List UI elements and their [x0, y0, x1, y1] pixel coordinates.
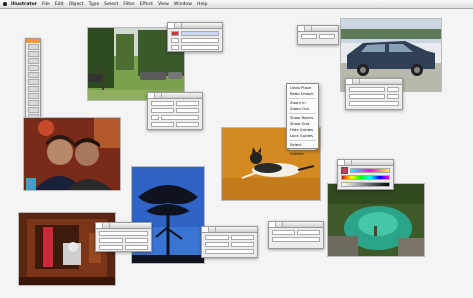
tab-appearance[interactable]: [269, 222, 276, 227]
menu-separator: [289, 140, 316, 141]
tab-stroke[interactable]: [346, 79, 353, 84]
tab-swatches[interactable]: [345, 160, 352, 165]
layers-panel: [167, 22, 223, 52]
menu-effect[interactable]: Effect: [140, 2, 153, 7]
brushes-panel: [201, 226, 258, 258]
photo-two-men[interactable]: [23, 117, 121, 191]
character-panel: [95, 222, 152, 252]
apple-icon[interactable]: [3, 2, 7, 6]
menu-select[interactable]: Select: [104, 2, 118, 7]
menu-filter[interactable]: Filter: [123, 2, 134, 7]
tab-transform[interactable]: [148, 93, 155, 98]
menu-item-outline[interactable]: Outline: [287, 151, 318, 157]
info-panel: [297, 25, 339, 45]
tab-brushes[interactable]: [202, 227, 209, 232]
line-tool-icon[interactable]: [27, 72, 39, 78]
menu-item-select[interactable]: Select: [287, 142, 318, 148]
menu-separator: [289, 113, 316, 114]
pencil-tool-icon[interactable]: [27, 93, 39, 99]
scale-tool-icon[interactable]: [27, 107, 39, 113]
rectangle-tool-icon[interactable]: [27, 79, 39, 85]
menu-separator: [289, 98, 316, 99]
type-tool-icon[interactable]: [27, 65, 39, 71]
rotate-tool-icon[interactable]: [27, 100, 39, 106]
menu-edit[interactable]: Edit: [55, 2, 64, 7]
color-panel: [337, 159, 394, 190]
pen-tool-icon[interactable]: [27, 58, 39, 64]
menu-app[interactable]: Illustrator: [11, 2, 37, 7]
menu-separator: [289, 149, 316, 150]
photo-green-river[interactable]: [327, 183, 425, 257]
stroke-panel: [345, 78, 403, 110]
appearance-panel: [268, 221, 324, 249]
tab-gradient[interactable]: [353, 79, 360, 84]
tab-styles[interactable]: [276, 222, 283, 227]
brush-tool-icon[interactable]: [27, 86, 39, 92]
tools-panel-titlebar[interactable]: [26, 39, 40, 43]
menu-window[interactable]: Window: [174, 2, 192, 7]
tab-character[interactable]: [96, 223, 103, 228]
menu-file[interactable]: File: [42, 2, 50, 7]
menu-help[interactable]: Help: [197, 2, 207, 7]
direct-selection-tool-icon[interactable]: [27, 51, 39, 57]
transform-panel: [147, 92, 203, 130]
menu-view[interactable]: View: [158, 2, 169, 7]
color-swatch-icon[interactable]: [341, 167, 348, 174]
menu-item-zoom-out[interactable]: Zoom Out: [287, 106, 318, 112]
menu-bar: Illustrator File Edit Object Type Select…: [0, 0, 473, 9]
context-menu: Undo Place Redo Unlock Zoom In Zoom Out …: [286, 83, 319, 156]
menu-item-redo-unlock[interactable]: Redo Unlock: [287, 91, 318, 97]
menu-type[interactable]: Type: [89, 2, 100, 7]
tab-color[interactable]: [338, 160, 345, 165]
tab-layers[interactable]: [168, 23, 175, 28]
selection-tool-icon[interactable]: [27, 44, 39, 50]
tab-actions[interactable]: [175, 23, 182, 28]
tab-navigator[interactable]: [305, 26, 312, 31]
tab-symbols[interactable]: [209, 227, 216, 232]
tab-paragraph[interactable]: [103, 223, 110, 228]
tab-align[interactable]: [155, 93, 162, 98]
tab-info[interactable]: [298, 26, 305, 31]
menu-item-lock-guides[interactable]: Lock Guides: [287, 133, 318, 139]
menu-object[interactable]: Object: [69, 2, 84, 7]
